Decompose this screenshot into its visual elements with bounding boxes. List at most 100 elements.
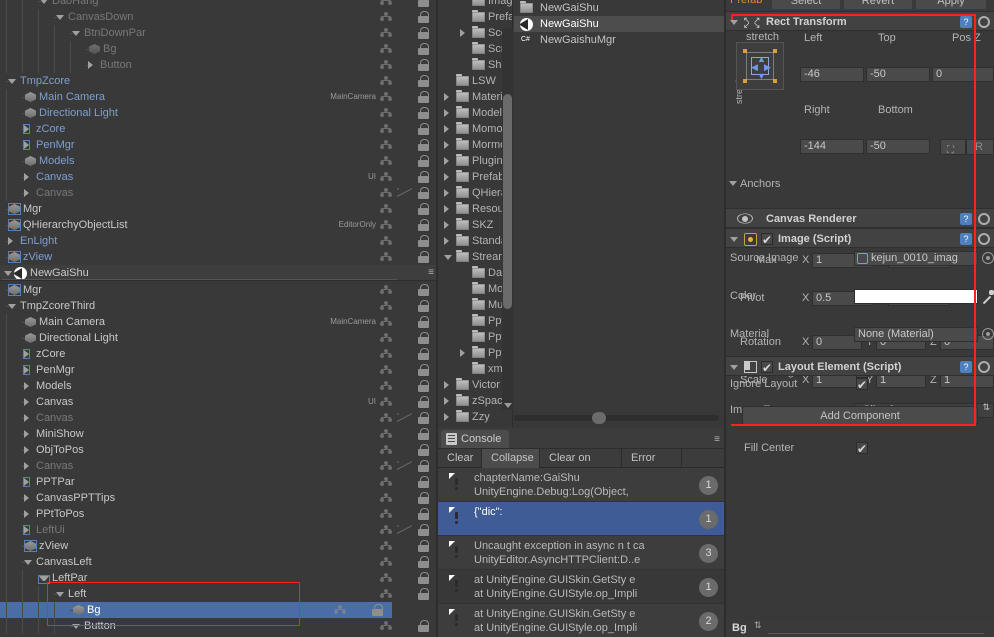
console-button-error-pau[interactable]: Error Pau [622,449,682,483]
prefab-lock-icon[interactable] [380,365,392,376]
qhierarchy-icons[interactable] [378,137,436,153]
visibility-toggle-icon[interactable] [397,461,412,471]
hierarchy-row[interactable]: Canvas UI [0,394,438,410]
lock-toggle-icon[interactable] [418,59,429,71]
prefab-lock-icon[interactable] [380,92,392,103]
visibility-toggle-icon[interactable] [397,413,412,423]
chevron-right-icon[interactable] [23,525,30,535]
object-picker-icon[interactable] [982,328,994,340]
fill-center-checkbox[interactable] [856,439,868,459]
chevron-right-icon[interactable] [24,446,29,454]
prefab-lock-icon[interactable] [380,60,392,71]
visibility-toggle-icon[interactable] [397,349,412,359]
lock-toggle-icon[interactable] [418,155,429,167]
chevron-right-icon[interactable] [444,397,449,405]
lock-toggle-icon[interactable] [418,139,429,151]
visibility-toggle-icon[interactable] [397,12,412,22]
lock-toggle-icon[interactable] [418,588,429,600]
chevron-updown-icon[interactable]: ⇅ [982,403,990,412]
lock-toggle-icon[interactable] [418,396,429,408]
visibility-toggle-icon[interactable] [397,333,412,343]
chevron-right-icon[interactable] [23,140,30,150]
prefab-lock-icon[interactable] [380,28,392,39]
gear-icon[interactable] [978,16,990,28]
console-options-icon[interactable]: ≡ [714,435,720,445]
prefab-lock-icon[interactable] [380,0,392,7]
project-folder-row[interactable]: Zzy [438,409,512,425]
lock-toggle-icon[interactable] [418,27,429,39]
gear-icon[interactable] [978,361,990,373]
qhierarchy-icons[interactable] [378,490,436,506]
visibility-toggle-icon[interactable] [397,188,412,198]
lock-toggle-icon[interactable] [418,251,429,263]
prefab-lock-icon[interactable] [380,445,392,456]
qhierarchy-icons[interactable] [378,362,436,378]
visibility-toggle-icon[interactable] [397,156,412,166]
console-button-collapse[interactable]: Collapse [482,449,540,468]
lock-toggle-icon[interactable] [418,123,429,135]
chevron-right-icon[interactable] [23,124,30,134]
console-panel[interactable]: Console ≡ ClearCollapseClear on PlayErro… [438,428,726,637]
scene-options-icon[interactable]: ≡ [428,268,434,278]
hierarchy-row[interactable]: BtnDownPar [0,25,438,41]
chevron-down-icon[interactable] [730,365,738,370]
chevron-right-icon[interactable] [444,109,449,117]
qhierarchy-icons[interactable] [378,586,436,602]
chevron-updown-icon[interactable]: ⇅ [754,621,762,630]
lock-toggle-icon[interactable] [418,460,429,472]
object-picker-icon[interactable] [982,252,994,264]
chevron-down-icon[interactable] [24,560,32,565]
qhierarchy-icons[interactable] [378,538,436,554]
lock-toggle-icon[interactable] [418,620,429,632]
prefab-lock-icon[interactable] [380,397,392,408]
blueprint-mode-button[interactable]: ⛶ [940,139,966,156]
hierarchy-row[interactable]: MiniShow [0,426,438,442]
component-header-canvas-renderer[interactable]: Canvas Renderer ? [726,208,994,228]
visibility-toggle-icon[interactable] [397,301,412,311]
prefab-lock-icon[interactable] [380,429,392,440]
lock-toggle-icon[interactable] [418,412,429,424]
prefab-lock-icon[interactable] [380,12,392,23]
prefab-lock-icon[interactable] [380,621,392,632]
chevron-right-icon[interactable] [444,205,449,213]
project-horizontal-scrollbar[interactable] [514,412,719,424]
rt-left-field[interactable]: -46 [800,67,864,82]
qhierarchy-icons[interactable] [378,169,436,185]
qhierarchy-icons[interactable] [378,89,436,105]
lock-toggle-icon[interactable] [418,572,429,584]
hierarchy-row[interactable]: PenMgr [0,137,438,153]
visibility-toggle-icon[interactable] [397,172,412,182]
lock-toggle-icon[interactable] [418,75,429,87]
qhierarchy-icons[interactable] [378,0,436,9]
chevron-right-icon[interactable] [24,414,29,422]
lock-toggle-icon[interactable] [418,524,429,536]
chevron-right-icon[interactable] [24,173,29,181]
prefab-lock-icon[interactable] [380,461,392,472]
hierarchy-scene-header-newgaishu[interactable]: NewGaiShu ≡ [0,265,438,281]
prefab-lock-icon[interactable] [380,124,392,135]
chevron-right-icon[interactable] [88,61,93,69]
lock-toggle-icon[interactable] [418,203,429,215]
qhierarchy-icons[interactable] [378,554,436,570]
hierarchy-row[interactable]: LeftUi [0,522,438,538]
chevron-right-icon[interactable] [8,237,13,245]
chevron-down-icon[interactable] [8,79,16,84]
hierarchy-row[interactable]: Mgr [0,282,438,298]
help-icon[interactable]: ? [960,16,972,28]
console-message[interactable]: Uncaught exception in async n t ca UnityE… [438,536,726,570]
qhierarchy-icons[interactable] [378,378,436,394]
prefab-revert-button[interactable]: Revert [844,0,912,9]
chevron-right-icon[interactable] [24,462,29,470]
prefab-lock-icon[interactable] [380,477,392,488]
lock-toggle-icon[interactable] [418,380,429,392]
gear-icon[interactable] [978,213,990,225]
qhierarchy-icons[interactable] [378,201,436,217]
visibility-toggle-icon[interactable] [397,0,412,6]
prefab-lock-icon[interactable] [380,156,392,167]
hierarchy-row[interactable]: Main Camera MainCamera [0,89,438,105]
eyedropper-icon[interactable] [982,290,994,303]
chevron-down-icon[interactable] [4,271,12,276]
visibility-toggle-icon[interactable] [397,124,412,134]
chevron-right-icon[interactable] [444,237,449,245]
rt-top-field[interactable]: -50 [866,67,930,82]
